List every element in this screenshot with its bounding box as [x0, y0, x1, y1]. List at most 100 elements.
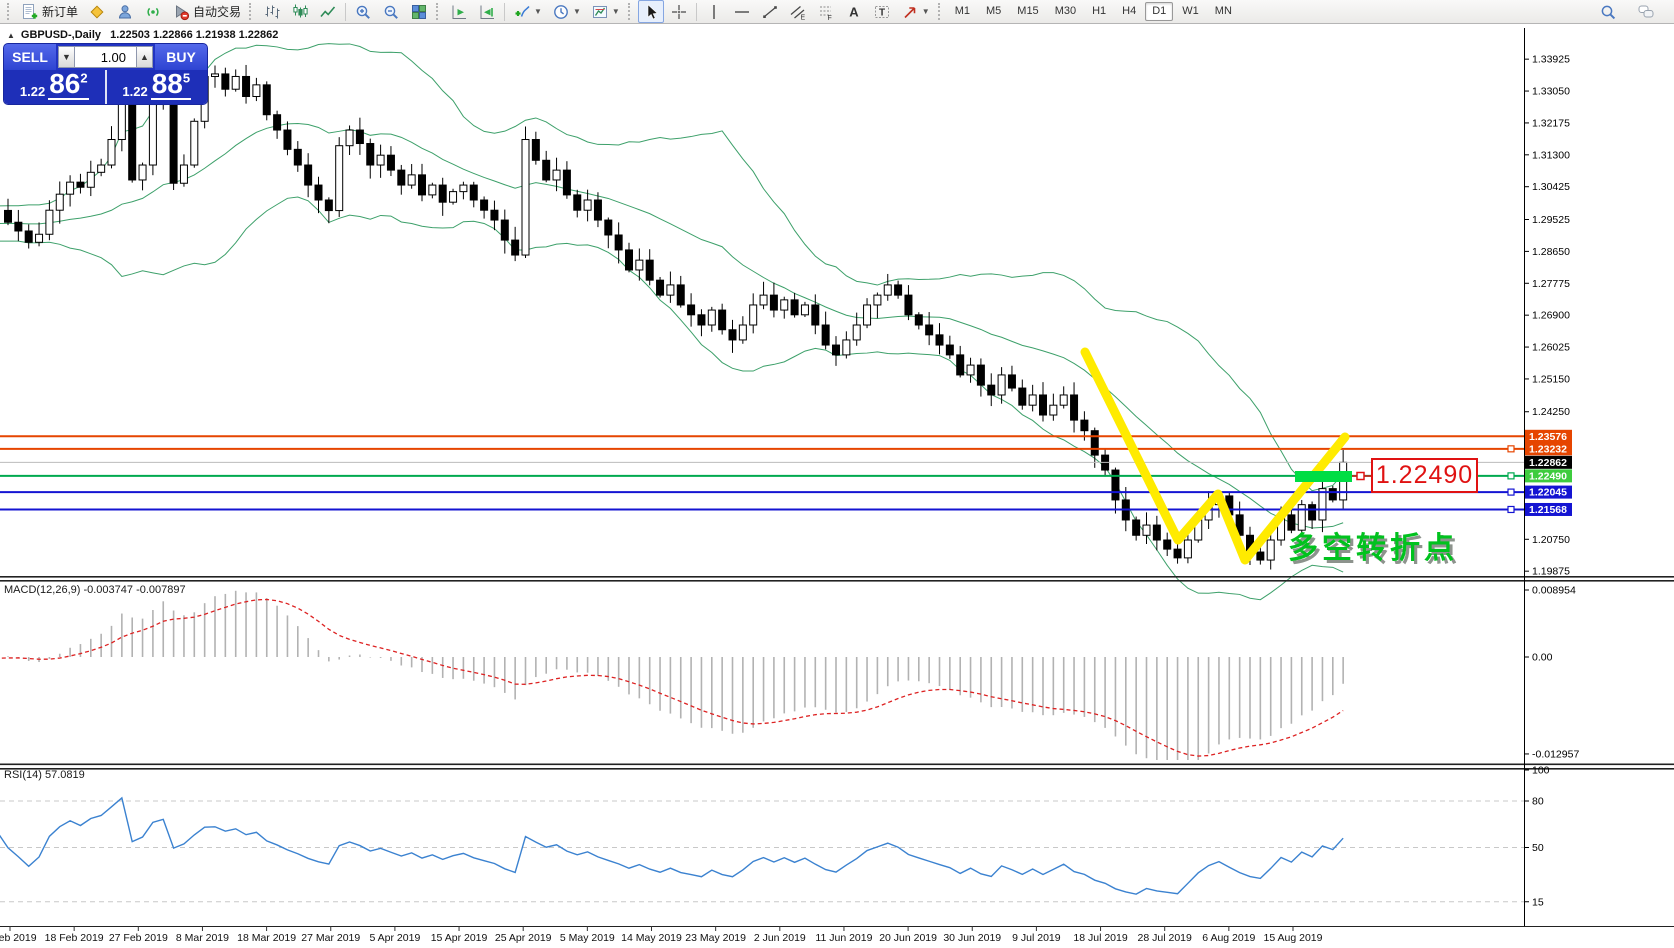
- timeframe-button-w1[interactable]: W1: [1175, 2, 1206, 21]
- toolbar-grip: [7, 3, 11, 20]
- chat-button[interactable]: [1633, 0, 1659, 23]
- svg-text:50: 50: [1532, 842, 1544, 854]
- trendline-button[interactable]: [757, 0, 783, 23]
- new-order-button[interactable]: 新订单: [17, 0, 82, 23]
- toolbar-grip: [436, 3, 440, 20]
- candlestick-chart-button[interactable]: [287, 0, 313, 23]
- tile-windows-icon: [410, 3, 428, 21]
- horizontal-line-button[interactable]: [729, 0, 755, 23]
- line-edit-handle[interactable]: [1508, 489, 1514, 495]
- dropdown-caret-icon[interactable]: ▼: [573, 8, 581, 16]
- svg-text:1.23232: 1.23232: [1529, 443, 1567, 455]
- volume-increase-button[interactable]: ▲: [136, 46, 153, 68]
- highlight-rectangle[interactable]: [1295, 471, 1352, 482]
- line-edit-handle[interactable]: [1508, 506, 1514, 512]
- bar-chart-button[interactable]: [259, 0, 285, 23]
- svg-text:8 Feb 2019: 8 Feb 2019: [0, 932, 37, 944]
- volume-decrease-button[interactable]: ▼: [58, 46, 75, 68]
- templates-button[interactable]: ▼: [587, 0, 624, 23]
- price-callout-label[interactable]: 1.22490: [1371, 458, 1478, 493]
- macd-label: MACD(12,26,9) -0.003747 -0.007897: [4, 584, 186, 596]
- svg-text:5 Apr 2019: 5 Apr 2019: [370, 932, 421, 944]
- search-button[interactable]: [1595, 0, 1621, 23]
- timeframe-button-h1[interactable]: H1: [1085, 2, 1113, 21]
- line-edit-handle[interactable]: [1508, 446, 1514, 452]
- svg-text:E: E: [800, 14, 805, 21]
- chat-icon: [1637, 3, 1655, 21]
- cursor-button[interactable]: [638, 0, 664, 23]
- chart-shift-button[interactable]: [474, 0, 500, 23]
- panel-separator[interactable]: [0, 926, 1674, 927]
- svg-text:1.21568: 1.21568: [1529, 504, 1567, 516]
- timeframe-button-m15[interactable]: M15: [1010, 2, 1045, 21]
- experts-button[interactable]: [112, 0, 138, 23]
- signals-button[interactable]: [140, 0, 166, 23]
- metaeditor-icon: [88, 3, 106, 21]
- timeframe-button-m30[interactable]: M30: [1048, 2, 1083, 21]
- text-button[interactable]: A: [841, 0, 867, 23]
- periods-button[interactable]: ▼: [548, 0, 585, 23]
- metaeditor-button[interactable]: [84, 0, 110, 23]
- equidistant-channel-icon: E: [789, 3, 807, 21]
- svg-text:23 May 2019: 23 May 2019: [685, 932, 746, 944]
- templates-icon: [591, 3, 609, 21]
- trade-panel-prices: 1.22 862 1.22 885: [4, 70, 207, 104]
- horizontal-line-icon: [733, 3, 751, 21]
- timeframe-button-m5[interactable]: M5: [979, 2, 1008, 21]
- sell-price[interactable]: 1.22 862: [4, 70, 105, 104]
- dropdown-caret-icon[interactable]: ▼: [612, 8, 620, 16]
- autotrading-button[interactable]: 自动交易: [168, 0, 245, 23]
- panel-separator[interactable]: [0, 580, 1674, 582]
- svg-text:1.32175: 1.32175: [1532, 117, 1570, 129]
- auto-scroll-button[interactable]: [446, 0, 472, 23]
- cursor-icon: [642, 3, 660, 21]
- rsi-label: RSI(14) 57.0819: [4, 769, 85, 781]
- vertical-line-button[interactable]: [701, 0, 727, 23]
- zoom-out-icon: [382, 3, 400, 21]
- text-label-button[interactable]: T: [869, 0, 895, 23]
- fibonacci-button[interactable]: F: [813, 0, 839, 23]
- panel-separator[interactable]: [0, 764, 1674, 766]
- dropdown-caret-icon[interactable]: ▼: [534, 8, 542, 16]
- candlestick-series[interactable]: [5, 64, 1347, 570]
- periods-icon: [552, 3, 570, 21]
- timeframe-button-mn[interactable]: MN: [1208, 2, 1239, 21]
- buy-button[interactable]: BUY: [155, 44, 207, 70]
- experts-icon: [116, 3, 134, 21]
- svg-text:F: F: [827, 15, 831, 21]
- panel-separator[interactable]: [0, 576, 1674, 578]
- buy-price[interactable]: 1.22 885: [107, 70, 208, 104]
- toolbar-separator: [345, 3, 346, 21]
- time-axis[interactable]: 8 Feb 201918 Feb 201927 Feb 20198 Mar 20…: [0, 926, 1323, 944]
- svg-text:80: 80: [1532, 796, 1544, 808]
- crosshair-button[interactable]: [666, 0, 692, 23]
- indicators-button[interactable]: ▼: [509, 0, 546, 23]
- arrows-button[interactable]: ▼: [897, 0, 934, 23]
- equidistant-channel-button[interactable]: E: [785, 0, 811, 23]
- turning-point-text[interactable]: 多空转折点: [1288, 523, 1458, 567]
- line-chart-button[interactable]: [315, 0, 341, 23]
- autotrading-icon: [172, 3, 190, 21]
- timeframe-button-d1[interactable]: D1: [1145, 2, 1173, 21]
- sell-price-big: 862: [48, 73, 88, 100]
- collapse-arrow-icon[interactable]: ▲: [7, 31, 15, 40]
- sell-button[interactable]: SELL: [4, 44, 56, 70]
- timeframe-button-h4[interactable]: H4: [1115, 2, 1143, 21]
- dropdown-caret-icon[interactable]: ▼: [922, 8, 930, 16]
- zoom-in-button[interactable]: [350, 0, 376, 23]
- zoom-in-icon: [354, 3, 372, 21]
- zoom-out-button[interactable]: [378, 0, 404, 23]
- callout-anchor-handle[interactable]: [1357, 473, 1364, 480]
- tile-windows-button[interactable]: [406, 0, 432, 23]
- line-edit-handle[interactable]: [1508, 473, 1514, 479]
- signals-icon: [144, 3, 162, 21]
- buy-price-prefix: 1.22: [122, 85, 147, 100]
- volume-input[interactable]: [75, 46, 136, 68]
- panel-separator[interactable]: [0, 768, 1674, 770]
- svg-text:1.22045: 1.22045: [1529, 487, 1567, 499]
- svg-text:25 Apr 2019: 25 Apr 2019: [495, 932, 552, 944]
- trade-panel-header: SELL ▼ ▲ BUY: [4, 44, 207, 70]
- svg-text:T: T: [879, 7, 885, 18]
- timeframe-button-m1[interactable]: M1: [948, 2, 977, 21]
- price-axis[interactable]: 1.339251.330501.321751.313001.304251.295…: [1508, 54, 1579, 909]
